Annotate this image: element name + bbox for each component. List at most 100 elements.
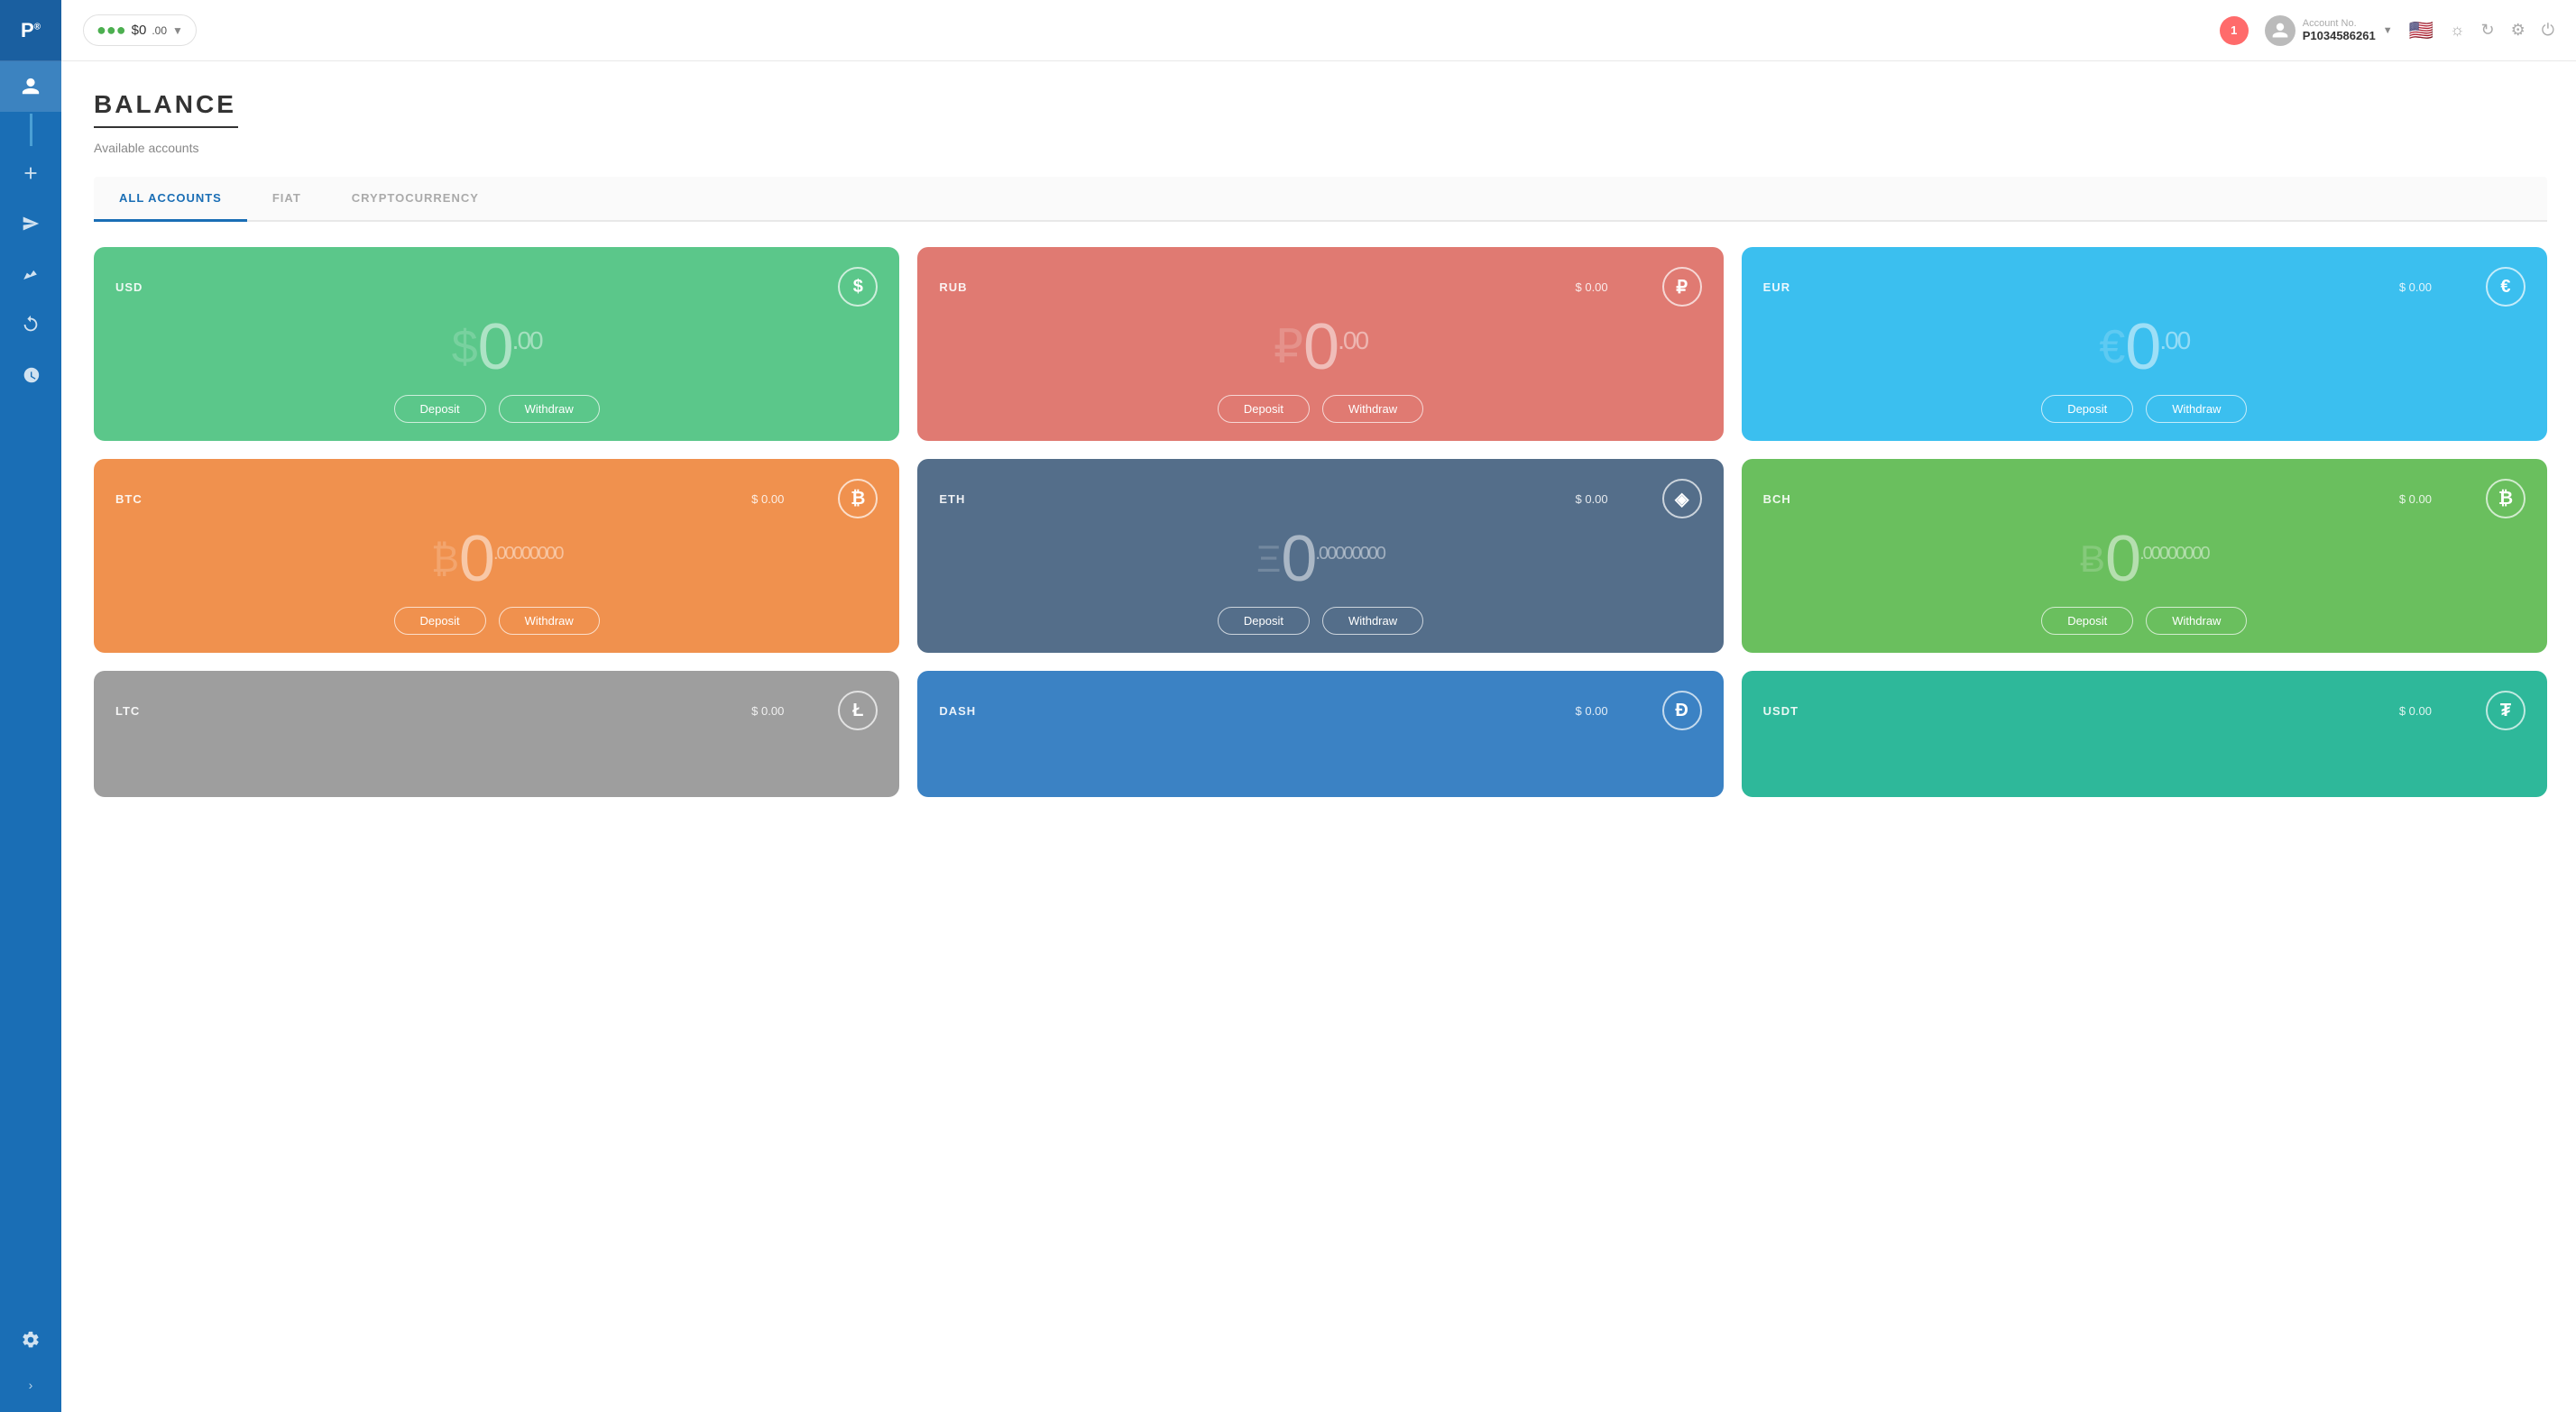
title-underline [94,126,238,128]
card-eur-label: EUR [1763,280,1790,294]
sidebar-item-sync[interactable] [0,299,61,350]
sidebar-item-settings[interactable] [0,1315,61,1365]
tab-all-accounts[interactable]: ALL ACCOUNTS [94,177,247,222]
power-icon[interactable]: ⏻ [2542,21,2554,40]
card-eur-main: 0 [2125,310,2159,384]
card-btc-footer: Deposit Withdraw [115,607,878,635]
card-usdt-label: USDT [1763,704,1799,718]
avatar [2265,15,2295,46]
card-bch-footer: Deposit Withdraw [1763,607,2525,635]
card-eur-footer: Deposit Withdraw [1763,395,2525,423]
topbar-right: 1 Account No. P1034586261 ▼ 🇺🇸 ☼ ↻ ⚙ ⏻ [2220,15,2554,46]
card-eur-amount: € 0 .00 [1763,310,2525,384]
content: BALANCE Available accounts ALL ACCOUNTS … [61,61,2576,1412]
card-usd-symbol: $ [452,320,476,374]
card-bch: BCH $ 0.00 ₿ Ƀ 0 .00000000 Deposit [1742,459,2547,653]
card-btc-main: 0 [459,522,493,596]
card-eth-usd: $ 0.00 [1576,492,1608,506]
card-rub-label: RUB [939,280,967,294]
card-usdt-header: USDT $ 0.00 ₮ [1763,691,2525,730]
card-rub-amount: ₽ 0 .00 [939,310,1701,384]
sidebar-item-navigate[interactable] [0,198,61,249]
card-usd-main: 0 [478,310,512,384]
cards-grid: USD $ $ 0 .00 Deposit Withdraw [94,247,2547,797]
card-bch-icon: ₿ [2486,479,2525,518]
balance-amount: $0 [132,23,147,38]
sidebar-item-chart[interactable] [0,249,61,299]
card-rub-withdraw[interactable]: Withdraw [1322,395,1423,423]
card-eth-symbol: Ξ [1256,537,1279,581]
account-chevron-icon: ▼ [2383,25,2393,36]
balance-decimal: .00 [152,24,167,37]
card-ltc-header: LTC $ 0.00 Ł [115,691,878,730]
balance-pill[interactable]: ●●● $0.00 ▼ [83,14,197,46]
card-eth-decimal: .00000000 [1315,544,1385,564]
card-eth-footer: Deposit Withdraw [939,607,1701,635]
sidebar-expand[interactable]: › [0,1365,61,1405]
refresh-icon[interactable]: ↻ [2481,21,2495,40]
card-dash-header: DASH $ 0.00 Đ [939,691,1701,730]
card-usd-withdraw[interactable]: Withdraw [499,395,600,423]
page-subtitle: Available accounts [94,141,2547,155]
card-usdt: USDT $ 0.00 ₮ [1742,671,2547,797]
page-title: BALANCE [94,90,2547,119]
tabs: ALL ACCOUNTS FIAT CRYPTOCURRENCY [94,177,2547,222]
card-rub-header: RUB $ 0.00 ₽ [939,267,1701,307]
card-rub: RUB $ 0.00 ₽ ₽ 0 .00 Deposit [917,247,1723,441]
card-usd-deposit[interactable]: Deposit [394,395,486,423]
notification-badge[interactable]: 1 [2220,16,2249,45]
card-rub-main: 0 [1303,310,1338,384]
topbar: ●●● $0.00 ▼ 1 Account No. P1034586261 ▼ … [61,0,2576,61]
topbar-left: ●●● $0.00 ▼ [83,14,197,46]
card-usdt-usd: $ 0.00 [2399,704,2432,718]
card-rub-deposit[interactable]: Deposit [1218,395,1310,423]
card-eur-withdraw[interactable]: Withdraw [2146,395,2247,423]
card-bch-deposit[interactable]: Deposit [2041,607,2133,635]
card-bch-label: BCH [1763,492,1791,506]
card-rub-footer: Deposit Withdraw [939,395,1701,423]
sidebar-divider-1 [30,114,32,146]
card-usd-header: USD $ [115,267,878,307]
card-eth-withdraw[interactable]: Withdraw [1322,607,1423,635]
card-usd: USD $ $ 0 .00 Deposit Withdraw [94,247,899,441]
card-usd-footer: Deposit Withdraw [115,395,878,423]
card-eth-icon: ◈ [1662,479,1702,518]
sidebar-item-people[interactable] [0,61,61,112]
card-eur-deposit[interactable]: Deposit [2041,395,2133,423]
card-rub-symbol: ₽ [1274,320,1302,374]
sidebar-item-history[interactable] [0,350,61,400]
card-btc-withdraw[interactable]: Withdraw [499,607,600,635]
brightness-icon[interactable]: ☼ [2450,21,2465,40]
card-dash: DASH $ 0.00 Đ [917,671,1723,797]
card-eur-icon: € [2486,267,2525,307]
settings-icon[interactable]: ⚙ [2511,21,2525,40]
card-bch-withdraw[interactable]: Withdraw [2146,607,2247,635]
card-ltc-icon: Ł [838,691,878,730]
main-area: ●●● $0.00 ▼ 1 Account No. P1034586261 ▼ … [61,0,2576,1412]
card-eur-usd: $ 0.00 [2399,280,2432,294]
card-eth-label: ETH [939,492,965,506]
tab-fiat[interactable]: FIAT [247,177,327,222]
sidebar-item-add[interactable] [0,148,61,198]
card-ltc-usd: $ 0.00 [751,704,784,718]
account-info[interactable]: Account No. P1034586261 ▼ [2265,15,2393,46]
card-bch-decimal: .00000000 [2139,544,2209,564]
card-btc-header: BTC $ 0.00 ₿ [115,479,878,518]
sidebar: P® › [0,0,61,1412]
card-ltc-label: LTC [115,704,140,718]
card-eth-deposit[interactable]: Deposit [1218,607,1310,635]
card-eth-main: 0 [1281,522,1315,596]
card-usd-icon: $ [838,267,878,307]
card-bch-usd: $ 0.00 [2399,492,2432,506]
flag-icon: 🇺🇸 [2409,19,2433,42]
card-rub-icon: ₽ [1662,267,1702,307]
card-btc-deposit[interactable]: Deposit [394,607,486,635]
app-logo[interactable]: P® [0,0,61,61]
card-bch-main: 0 [2105,522,2139,596]
card-bch-amount: Ƀ 0 .00000000 [1763,522,2525,596]
tab-cryptocurrency[interactable]: CRYPTOCURRENCY [327,177,504,222]
card-ltc: LTC $ 0.00 Ł [94,671,899,797]
card-dash-icon: Đ [1662,691,1702,730]
card-rub-decimal: .00 [1338,326,1367,355]
content-inner: BALANCE Available accounts ALL ACCOUNTS … [61,61,2576,1412]
